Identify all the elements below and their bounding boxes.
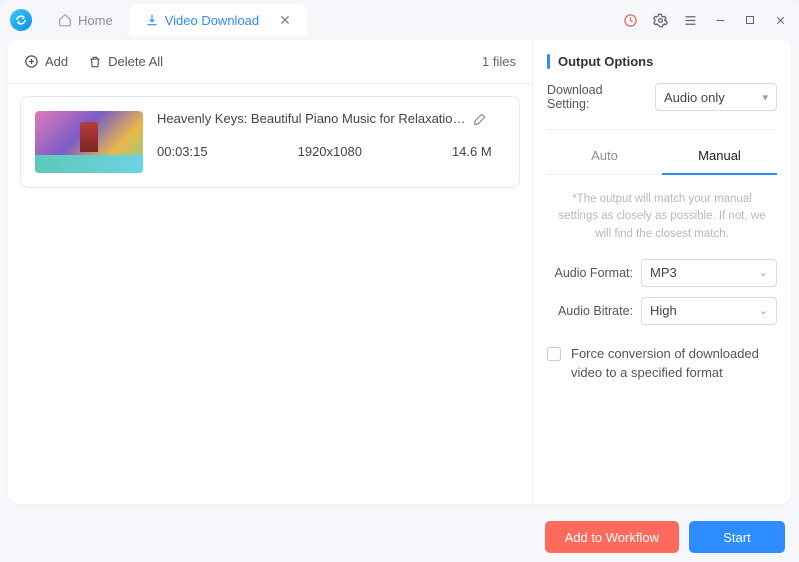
divider bbox=[547, 129, 777, 130]
close-icon[interactable] bbox=[771, 11, 789, 29]
force-convert-label: Force conversion of downloaded video to … bbox=[571, 345, 777, 383]
item-size: 14.6 M bbox=[452, 144, 492, 159]
items-list: Heavenly Keys: Beautiful Piano Music for… bbox=[8, 84, 532, 504]
menu-icon[interactable] bbox=[681, 11, 699, 29]
chevron-down-icon: ⌄ bbox=[759, 266, 768, 279]
content: Add Delete All 1 files Heavenly Keys: Be… bbox=[8, 40, 791, 504]
chevron-down-icon: ⌄ bbox=[759, 304, 768, 317]
manual-note: *The output will match your manual setti… bbox=[547, 175, 777, 259]
edit-icon[interactable] bbox=[473, 112, 487, 126]
settings-icon[interactable] bbox=[651, 11, 669, 29]
history-icon[interactable] bbox=[621, 11, 639, 29]
maximize-icon[interactable] bbox=[741, 11, 759, 29]
start-button[interactable]: Start bbox=[689, 521, 785, 553]
audio-bitrate-value: High bbox=[650, 303, 677, 318]
footer: Add to Workflow Start bbox=[0, 512, 799, 562]
app-logo bbox=[10, 9, 32, 31]
audio-format-label: Audio Format: bbox=[547, 266, 633, 280]
thumbnail bbox=[35, 111, 143, 173]
subtab-auto[interactable]: Auto bbox=[547, 138, 662, 175]
audio-format-select[interactable]: MP3 ⌄ bbox=[641, 259, 777, 287]
item-resolution: 1920x1080 bbox=[298, 144, 362, 159]
download-setting-value: Audio only bbox=[664, 90, 725, 105]
delete-all-button[interactable]: Delete All bbox=[88, 54, 163, 69]
download-setting-select[interactable]: Audio only ▾ bbox=[655, 83, 777, 111]
window-controls bbox=[621, 11, 789, 29]
minimize-icon[interactable] bbox=[711, 11, 729, 29]
right-pane: Output Options Download Setting: Audio o… bbox=[533, 40, 791, 504]
plus-circle-icon bbox=[24, 54, 39, 69]
chevron-down-icon: ▾ bbox=[762, 91, 768, 104]
add-button[interactable]: Add bbox=[24, 54, 68, 69]
download-icon bbox=[145, 13, 159, 27]
audio-bitrate-select[interactable]: High ⌄ bbox=[641, 297, 777, 325]
list-item[interactable]: Heavenly Keys: Beautiful Piano Music for… bbox=[20, 96, 520, 188]
force-convert-checkbox[interactable] bbox=[547, 347, 561, 361]
left-pane: Add Delete All 1 files Heavenly Keys: Be… bbox=[8, 40, 533, 504]
output-subtabs: Auto Manual bbox=[547, 138, 777, 175]
delete-all-label: Delete All bbox=[108, 54, 163, 69]
list-toolbar: Add Delete All 1 files bbox=[8, 40, 532, 84]
download-setting-label: Download Setting: bbox=[547, 83, 647, 111]
tab-video-download[interactable]: Video Download ✕ bbox=[129, 4, 307, 36]
files-count: 1 files bbox=[482, 54, 516, 69]
home-icon bbox=[58, 13, 72, 27]
audio-format-value: MP3 bbox=[650, 265, 677, 280]
item-info: Heavenly Keys: Beautiful Piano Music for… bbox=[157, 111, 505, 173]
audio-bitrate-label: Audio Bitrate: bbox=[547, 304, 633, 318]
titlebar: Home Video Download ✕ bbox=[0, 0, 799, 40]
trash-icon bbox=[88, 55, 102, 69]
output-options-title: Output Options bbox=[547, 54, 777, 69]
item-duration: 00:03:15 bbox=[157, 144, 208, 159]
tab-home-label: Home bbox=[78, 13, 113, 28]
item-title: Heavenly Keys: Beautiful Piano Music for… bbox=[157, 111, 467, 126]
add-label: Add bbox=[45, 54, 68, 69]
tab-close-icon[interactable]: ✕ bbox=[279, 12, 291, 29]
add-to-workflow-button[interactable]: Add to Workflow bbox=[545, 521, 679, 553]
subtab-manual[interactable]: Manual bbox=[662, 138, 777, 175]
tab-home[interactable]: Home bbox=[42, 4, 129, 36]
tab-video-download-label: Video Download bbox=[165, 13, 259, 28]
